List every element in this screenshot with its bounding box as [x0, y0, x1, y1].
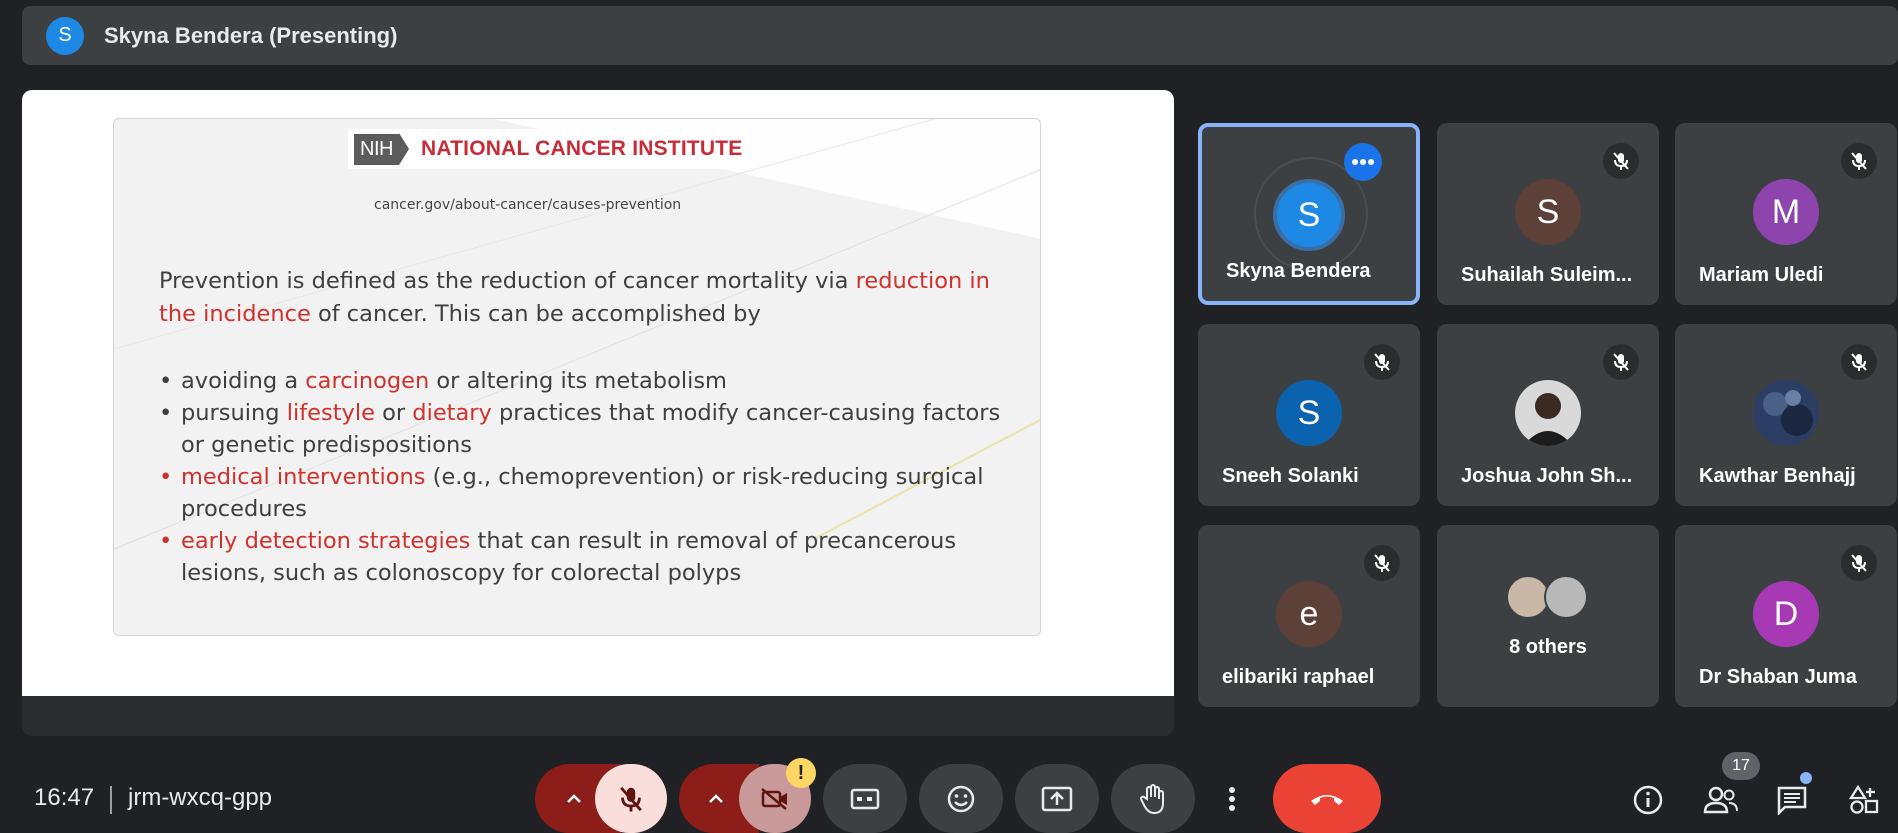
clock: 16:47 [34, 784, 95, 811]
raise-hand-button[interactable] [1111, 764, 1195, 833]
chat-notification-dot [1800, 772, 1812, 784]
camera-off-icon [761, 787, 787, 810]
info-icon [1633, 785, 1663, 815]
mic-off-icon [1364, 344, 1400, 380]
intro-text: Prevention is defined as the reduction o… [159, 268, 856, 294]
participant-tile[interactable]: S Skyna Bendera [1198, 123, 1420, 305]
avatar: S [1276, 380, 1342, 446]
participant-name: elibariki raphael [1222, 666, 1375, 688]
captions-button[interactable] [823, 764, 907, 833]
chevron-up-icon [709, 793, 723, 803]
mic-off-icon [1364, 545, 1400, 581]
hang-up-icon [1311, 794, 1343, 805]
slide-url: cancer.gov/about-cancer/causes-preventio… [374, 197, 682, 213]
microphone-button[interactable] [595, 764, 667, 833]
avatar: D [1753, 581, 1819, 647]
nih-chevron-icon [398, 133, 409, 165]
avatar: S [1515, 179, 1581, 245]
participant-tile[interactable]: S Suhailah Suleim... [1437, 123, 1659, 305]
reactions-button[interactable] [919, 764, 1003, 833]
bullet-1: • avoiding a carcinogen or altering its m… [159, 365, 1019, 397]
emoji-icon [947, 785, 975, 812]
leave-call-button[interactable] [1273, 764, 1381, 833]
avatar: e [1276, 581, 1342, 647]
presenter-avatar: S [46, 16, 84, 55]
slide: NIH NATIONAL CANCER INSTITUTE cancer.gov… [113, 118, 1041, 636]
people-icon [1703, 786, 1738, 814]
slide-intro: Prevention is defined as the reduction o… [159, 265, 1009, 331]
bullet-dot: • [159, 368, 173, 394]
present-screen-icon [1041, 786, 1073, 811]
participant-name: Dr Shaban Juma [1699, 666, 1857, 688]
nih-title: NATIONAL CANCER INSTITUTE [420, 137, 743, 160]
intro-text-end: of cancer. This can be accomplished by [310, 301, 761, 327]
chat-icon [1777, 786, 1807, 815]
participant-name: Sneeh Solanki [1222, 465, 1359, 487]
participant-tile[interactable]: Kawthar Benhajj [1675, 324, 1897, 506]
participant-name: Mariam Uledi [1699, 264, 1824, 286]
participant-tile[interactable]: S Sneeh Solanki [1198, 324, 1420, 506]
mic-off-icon [1603, 143, 1639, 179]
activities-button[interactable] [1844, 780, 1884, 820]
closed-captions-icon [850, 788, 880, 809]
activities-icon [1848, 784, 1879, 814]
avatar-photo [1753, 380, 1819, 446]
participant-tile[interactable]: Joshua John Sh... [1437, 324, 1659, 506]
avatar-stack-photo [1544, 575, 1588, 619]
chat-button[interactable] [1772, 780, 1812, 820]
participant-name: Suhailah Suleim... [1461, 264, 1633, 286]
participant-tile[interactable]: M Mariam Uledi [1675, 123, 1897, 305]
presenter-bar: S Skyna Bendera (Presenting) [22, 6, 1898, 65]
more-options-button[interactable] [1207, 764, 1257, 833]
mic-off-icon [1841, 344, 1877, 380]
participant-name: Skyna Bendera [1226, 260, 1371, 282]
bullet-dot: • [159, 400, 173, 426]
avatar: S [1273, 179, 1345, 251]
bullet-2: • pursuing lifestyle or dietary practices… [159, 397, 1019, 461]
nih-logo: NIH NATIONAL CANCER INSTITUTE [348, 129, 749, 169]
more-options-icon[interactable] [1344, 143, 1382, 181]
mic-off-icon [1603, 344, 1639, 380]
avatar: M [1753, 179, 1819, 245]
bullet-4: • early detection strategies that can res… [159, 525, 1019, 589]
participant-tile[interactable]: D Dr Shaban Juma [1675, 525, 1897, 707]
others-tile[interactable]: 8 others [1437, 525, 1659, 707]
participant-name: Kawthar Benhajj [1699, 465, 1856, 487]
bullet-3: • medical interventions (e.g., chemopreve… [159, 461, 1019, 525]
meeting-code: jrm-wxcq-gpp [128, 784, 273, 811]
bullet-dot: • [159, 464, 173, 490]
presentation-stage[interactable]: NIH NATIONAL CANCER INSTITUTE cancer.gov… [22, 90, 1174, 736]
others-label: 8 others [1509, 636, 1587, 658]
mic-off-icon [1841, 545, 1877, 581]
present-button[interactable] [1015, 764, 1099, 833]
bullet-dot: • [159, 528, 173, 554]
avatar-photo [1515, 380, 1581, 446]
mic-off-icon [1841, 143, 1877, 179]
mic-off-icon [620, 786, 642, 812]
participant-name: Joshua John Sh... [1461, 465, 1633, 487]
warning-badge: ! [786, 758, 816, 788]
presenter-label: Skyna Bendera (Presenting) [104, 22, 398, 48]
more-vert-icon [1229, 786, 1235, 811]
people-count-badge: 17 [1722, 752, 1760, 780]
slide-bullets: • avoiding a carcinogen or altering its m… [159, 365, 1019, 589]
meeting-details-button[interactable] [1628, 780, 1668, 820]
participant-tile[interactable]: e elibariki raphael [1198, 525, 1420, 707]
chevron-up-icon [567, 793, 581, 803]
raise-hand-icon [1140, 783, 1164, 814]
divider [110, 786, 112, 814]
people-button[interactable] [1700, 780, 1742, 820]
nih-box: NIH [354, 133, 399, 165]
